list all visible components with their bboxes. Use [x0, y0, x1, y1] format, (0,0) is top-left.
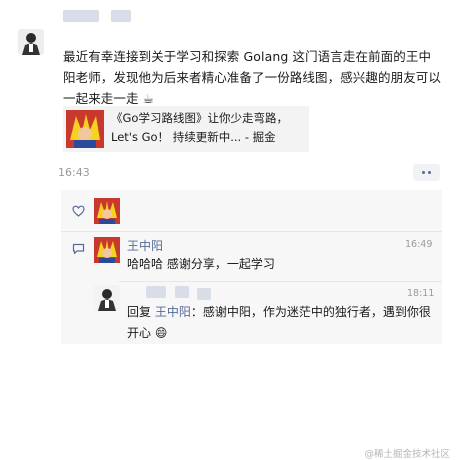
- more-button[interactable]: [413, 164, 440, 181]
- poster-name-redacted[interactable]: [63, 10, 99, 22]
- reply-prefix: 回复: [127, 305, 155, 319]
- replier-name-redacted-part2: [197, 288, 211, 300]
- heart-outline-icon: [72, 202, 85, 221]
- poster-avatar[interactable]: [18, 29, 44, 55]
- comment-icon: [72, 240, 85, 259]
- poster-name-redacted-part: [111, 10, 131, 22]
- comment-text[interactable]: 哈哈哈 感谢分享，一起学习: [127, 254, 275, 275]
- reply-time: 18:11: [407, 288, 435, 299]
- reply-text[interactable]: 回复 王中阳：感谢中阳，作为迷茫中的独行者，遇到你很开心 😄: [127, 302, 435, 344]
- likes-divider: [61, 231, 442, 232]
- watermark: @稀土掘金技术社区: [364, 449, 450, 460]
- comment-divider: [119, 281, 442, 282]
- post-text: 最近有幸连接到关于学习和探索 Golang 这门语言走在前面的王中阳老师，发现他…: [63, 49, 442, 106]
- commenter-avatar[interactable]: [94, 237, 120, 263]
- replier-name-redacted-part: [175, 286, 189, 298]
- link-thumbnail: [66, 110, 104, 148]
- reply-target-name[interactable]: 王中阳: [155, 305, 191, 319]
- liker-avatar[interactable]: [94, 198, 120, 224]
- comment-time: 16:49: [405, 239, 433, 250]
- post-time: 16:43: [58, 166, 90, 179]
- replier-avatar[interactable]: [94, 285, 120, 311]
- more-dots-icon: [422, 171, 425, 174]
- shared-link-card[interactable]: 《Go学习路线图》让你少走弯路，Let's Go！ 持续更新中... - 掘金: [63, 106, 309, 152]
- replier-name-redacted[interactable]: [146, 286, 166, 298]
- link-title: 《Go学习路线图》让你少走弯路，Let's Go！ 持续更新中... - 掘金: [111, 111, 288, 144]
- comment-author[interactable]: 王中阳: [127, 237, 163, 254]
